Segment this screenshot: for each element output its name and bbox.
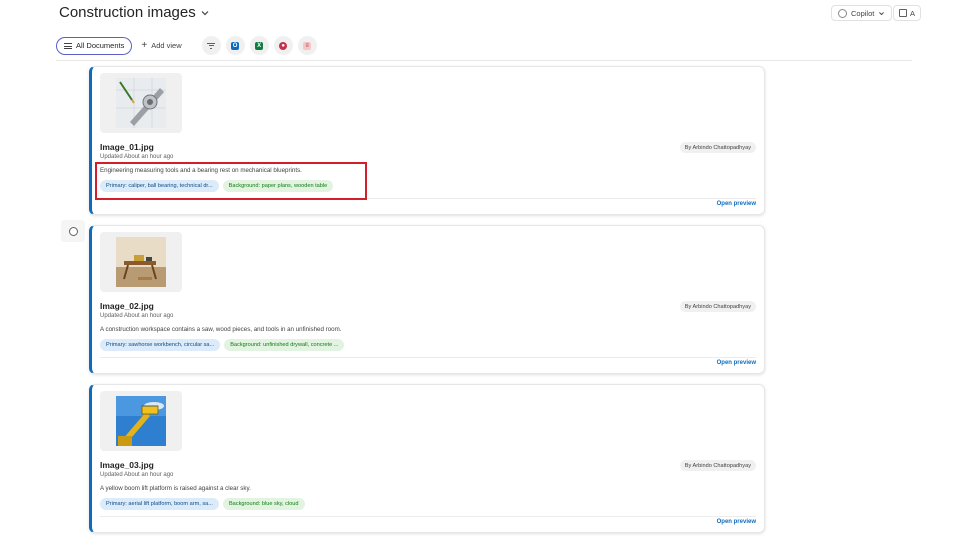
share-label: A: [910, 8, 916, 18]
chevron-down-icon: [201, 10, 209, 15]
page-title: Construction images: [59, 4, 196, 21]
thumbnail-frame: [100, 391, 182, 451]
document-card[interactable]: Image_02.jpg Updated About an hour ago A…: [89, 225, 765, 374]
tag-list: Primary: sawhorse workbench, circular sa…: [100, 339, 345, 351]
header-divider: [56, 60, 912, 61]
image-description: A construction workspace contains a saw,…: [100, 326, 342, 333]
image-thumbnail-workbench: [116, 237, 166, 287]
author-badge: By Arbindo Chattopadhyay: [679, 460, 756, 471]
document-card[interactable]: Image_03.jpg Updated About an hour ago A…: [89, 384, 765, 533]
add-view-label: Add view: [151, 41, 182, 50]
page: Construction images Copilot A All Docume…: [0, 0, 960, 540]
primary-tag: Primary: aerial lift platform, boom arm,…: [100, 498, 219, 510]
forms-button[interactable]: ≡: [297, 36, 317, 55]
view-toolbar: All Documents + Add view O X ● ≡: [56, 36, 317, 55]
share-icon: [899, 9, 907, 17]
filter-icon: [207, 42, 216, 49]
share-button[interactable]: A: [893, 5, 922, 21]
copilot-icon: [838, 8, 847, 18]
excel-button[interactable]: X: [249, 36, 269, 55]
excel-icon: X: [255, 41, 264, 50]
outlook-button[interactable]: O: [225, 36, 245, 55]
image-thumbnail-caliper: [116, 78, 166, 128]
chevron-down-icon: [879, 11, 885, 15]
tag-list: Primary: aerial lift platform, boom arm,…: [100, 498, 305, 510]
plus-icon: +: [141, 39, 148, 51]
open-preview-link[interactable]: Open preview: [717, 360, 756, 366]
image-description: A yellow boom lift platform is raised ag…: [100, 485, 251, 492]
outlook-icon: O: [231, 41, 240, 50]
copilot-button[interactable]: Copilot: [831, 5, 893, 21]
annotation-highlight-box: [95, 162, 367, 200]
open-preview-link[interactable]: Open preview: [717, 519, 756, 525]
updated-timestamp: Updated About an hour ago: [100, 313, 174, 319]
row-select-radio[interactable]: [61, 220, 85, 242]
author-badge: By Arbindo Chattopadhyay: [679, 142, 756, 153]
open-preview-link[interactable]: Open preview: [717, 201, 756, 207]
thumbnail-frame: [100, 73, 182, 133]
thumbnail-frame: [100, 232, 182, 292]
powerapps-button[interactable]: ●: [273, 36, 293, 55]
powerapps-icon: ●: [279, 41, 288, 50]
background-tag: Background: blue sky, cloud: [222, 498, 305, 510]
list-icon: [64, 42, 72, 49]
updated-timestamp: Updated About an hour ago: [100, 472, 174, 478]
copilot-label: Copilot: [851, 8, 875, 18]
card-divider: [100, 357, 756, 358]
author-badge: By Arbindo Chattopadhyay: [679, 301, 756, 312]
card-divider: [100, 516, 756, 517]
background-tag: Background: unfinished drywall, concrete…: [224, 339, 345, 351]
primary-tag: Primary: sawhorse workbench, circular sa…: [100, 339, 221, 351]
all-documents-label: All Documents: [76, 41, 125, 50]
image-thumbnail-boom-lift: [116, 396, 166, 446]
library-title-dropdown[interactable]: Construction images: [59, 4, 210, 21]
add-view-button[interactable]: + Add view: [141, 39, 182, 51]
forms-icon: ≡: [303, 41, 312, 50]
file-name[interactable]: Image_02.jpg: [100, 301, 154, 311]
filter-button[interactable]: [201, 36, 221, 55]
file-name[interactable]: Image_01.jpg: [100, 142, 154, 152]
radio-circle-icon: [68, 226, 78, 236]
file-name[interactable]: Image_03.jpg: [100, 460, 154, 470]
updated-timestamp: Updated About an hour ago: [100, 154, 174, 160]
all-documents-view-button[interactable]: All Documents: [56, 36, 133, 55]
